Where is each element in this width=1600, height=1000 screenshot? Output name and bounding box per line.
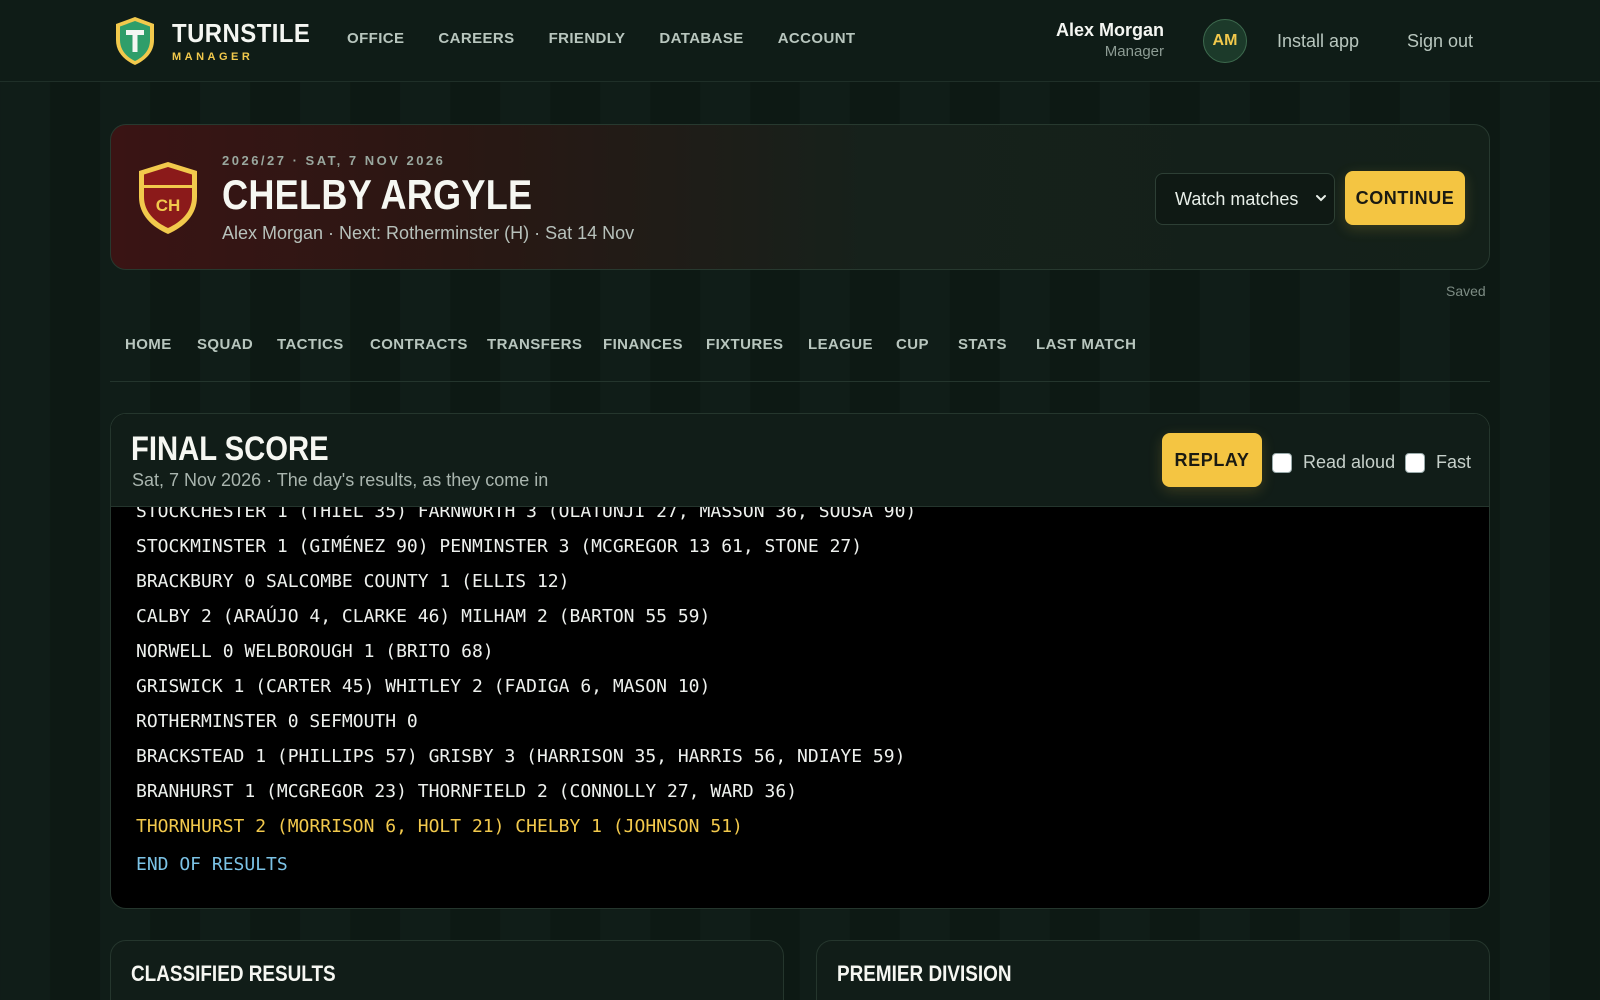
main-nav: OFFICE CAREERS FRIENDLY DATABASE ACCOUNT (347, 30, 890, 47)
final-score-subtitle: Sat, 7 Nov 2026 · The day's results, as … (132, 470, 549, 490)
tab-contracts[interactable]: CONTRACTS (370, 336, 468, 353)
read-aloud-box[interactable] (1272, 452, 1292, 473)
end-of-results: END OF RESULTS (136, 854, 288, 875)
watch-matches-value: Watch matches (1175, 188, 1299, 209)
result-line: BRACKSTEAD 1 (PHILLIPS 57) GRISBY 3 (HAR… (136, 746, 906, 767)
fast-box[interactable] (1405, 452, 1425, 473)
nav-careers[interactable]: CAREERS (438, 30, 514, 47)
fast-label: Fast (1436, 452, 1472, 472)
user-role: Manager (1104, 43, 1164, 60)
read-aloud-label: Read aloud (1303, 452, 1396, 472)
tab-tactics[interactable]: TACTICS (277, 336, 344, 353)
results-list: STOCKCHESTER 1 (THIEL 35) FARNWORTH 3 (O… (136, 494, 916, 844)
nav-office[interactable]: OFFICE (347, 30, 404, 47)
result-line: STOCKMINSTER 1 (GIMÉNEZ 90) PENMINSTER 3… (136, 536, 863, 557)
continue-button[interactable]: CONTINUE (1345, 171, 1465, 225)
club-subtitle: Alex Morgan · Next: Rotherminster (H) · … (222, 223, 635, 243)
club-crest-icon: CH (139, 162, 197, 234)
classified-results-card: CLASSIFIED RESULTS (110, 940, 784, 1000)
club-name: CHELBY ARGYLE (222, 171, 533, 218)
shield-logo-icon (116, 17, 154, 65)
user-name: Alex Morgan (1055, 20, 1164, 40)
result-line: CALBY 2 (ARAÚJO 4, CLARKE 46) MILHAM 2 (… (136, 606, 711, 627)
result-line-own-club: THORNHURST 2 (MORRISON 6, HOLT 21) CHELB… (136, 816, 743, 837)
install-app-link[interactable]: Install app (1277, 31, 1359, 52)
tab-league[interactable]: LEAGUE (808, 336, 873, 353)
nav-database[interactable]: DATABASE (659, 30, 743, 47)
fast-checkbox[interactable]: Fast (1405, 452, 1471, 473)
tab-fixtures[interactable]: FIXTURES (706, 336, 783, 353)
tab-stats[interactable]: STATS (958, 336, 1007, 353)
tab-finances[interactable]: FINANCES (603, 336, 683, 353)
tab-cup[interactable]: CUP (896, 336, 929, 353)
final-score-title: FINAL SCORE (131, 430, 329, 468)
tab-squad[interactable]: SQUAD (197, 336, 253, 353)
season-date: 2026/27 · SAT, 7 NOV 2026 (222, 153, 446, 168)
result-line: GRISWICK 1 (CARTER 45) WHITLEY 2 (FADIGA… (136, 676, 711, 697)
nav-friendly[interactable]: FRIENDLY (549, 30, 626, 47)
result-line: NORWELL 0 WELBOROUGH 1 (BRITO 68) (136, 641, 494, 662)
brand-logo[interactable]: TURNSTILE MANAGER (114, 16, 322, 66)
tab-transfers[interactable]: TRANSFERS (487, 336, 582, 353)
club-sub-nav: HOME SQUAD TACTICS CONTRACTS TRANSFERS F… (110, 336, 1490, 382)
replay-button[interactable]: REPLAY (1162, 433, 1262, 487)
result-line: BRACKBURY 0 SALCOMBE COUNTY 1 (ELLIS 12) (136, 571, 570, 592)
nav-account[interactable]: ACCOUNT (778, 30, 856, 47)
result-line: ROTHERMINSTER 0 SEFMOUTH 0 (136, 711, 418, 732)
club-header-card: CH 2026/27 · SAT, 7 NOV 2026 CHELBY ARGY… (110, 124, 1490, 270)
read-aloud-checkbox[interactable]: Read aloud (1272, 452, 1395, 473)
tab-home[interactable]: HOME (125, 336, 172, 353)
premier-division-card: PREMIER DIVISION (816, 940, 1490, 1000)
brand-subtitle: MANAGER (172, 51, 254, 63)
watch-matches-select[interactable]: Watch matches (1155, 173, 1335, 225)
user-info: Alex Morgan Manager (1056, 20, 1164, 60)
saved-status: Saved (1446, 283, 1486, 299)
classified-results-title: CLASSIFIED RESULTS (131, 961, 336, 986)
final-score-header: FINAL SCORE Sat, 7 Nov 2026 · The day's … (111, 414, 1489, 507)
brand-name: TURNSTILE (172, 18, 311, 48)
result-line: BRANHURST 1 (MCGREGOR 23) THORNFIELD 2 (… (136, 781, 798, 802)
chevron-down-icon (1316, 195, 1326, 202)
premier-division-title: PREMIER DIVISION (837, 961, 1012, 986)
sign-out-link[interactable]: Sign out (1407, 31, 1473, 52)
top-bar: TURNSTILE MANAGER OFFICE CAREERS FRIENDL… (0, 0, 1600, 82)
avatar[interactable]: AM (1203, 19, 1247, 63)
final-score-panel: FINAL SCORE Sat, 7 Nov 2026 · The day's … (110, 413, 1490, 909)
club-crest-initials: CH (156, 196, 181, 215)
tab-last-match[interactable]: LAST MATCH (1036, 336, 1136, 353)
